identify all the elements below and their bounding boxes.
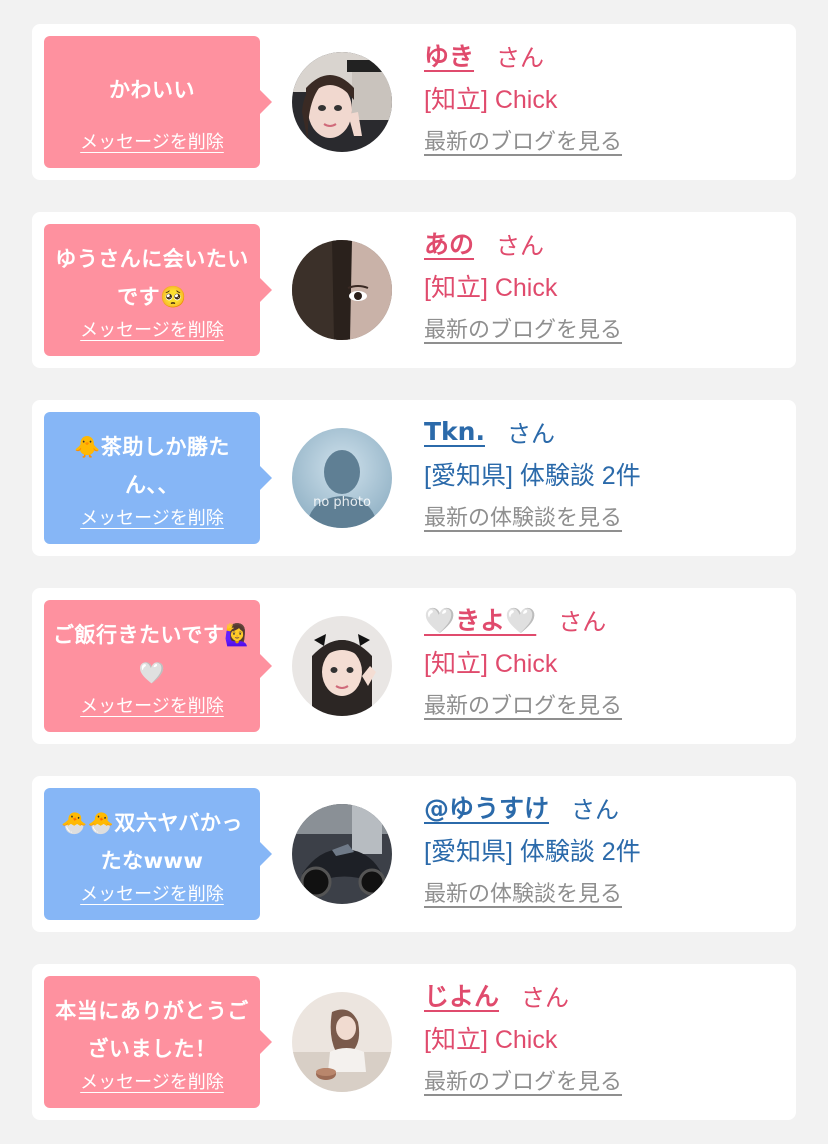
sender-area-info: [知立] Chick — [424, 1026, 558, 1054]
honorific-label: さん — [558, 607, 607, 636]
no-photo-label: no photo — [313, 495, 371, 510]
latest-blog-link[interactable]: 最新のブログを見る — [424, 124, 622, 156]
sender-name-link[interactable]: ゆき — [424, 37, 474, 73]
message-bubble: 🐣🐣双六ヤバかったなwww メッセージを削除 — [44, 788, 272, 920]
message-text: 本当にありがとうございました！ — [55, 999, 249, 1061]
message-text: 🐥茶助しか勝たん、、 — [74, 435, 230, 497]
message-bubble: ご飯行きたいです🙋‍♀️🤍 メッセージを削除 — [44, 600, 272, 732]
message-card: かわいい メッセージを削除 ゆき さん [知立] Chick 最新のブログを見る — [32, 24, 796, 180]
sender-info: Tkn. さん [愛知県] 体験談 2件 最新の体験談を見る — [424, 412, 784, 532]
message-text: 🐣🐣双六ヤバかったなwww — [61, 811, 243, 873]
delete-message-link[interactable]: メッセージを削除 — [44, 504, 260, 530]
girl-photo-avatar[interactable] — [292, 616, 392, 716]
message-text: かわいい — [109, 78, 195, 102]
message-text: ゆうさんに会いたいです🥺 — [55, 247, 249, 309]
message-card: ご飯行きたいです🙋‍♀️🤍 メッセージを削除 🤍きよ🤍 さん — [32, 588, 796, 744]
delete-message-link[interactable]: メッセージを削除 — [44, 880, 260, 906]
girl-photo-avatar[interactable] — [292, 52, 392, 152]
message-card: 🐥茶助しか勝たん、、 メッセージを削除 no photo Tkn. さん [愛知… — [32, 400, 796, 556]
latest-blog-link[interactable]: 最新のブログを見る — [424, 1064, 622, 1096]
latest-review-link[interactable]: 最新の体験談を見る — [424, 876, 622, 908]
delete-message-link[interactable]: メッセージを削除 — [44, 128, 260, 154]
sender-name-link[interactable]: @ゆうすけ — [424, 789, 549, 825]
delete-message-link[interactable]: メッセージを削除 — [44, 316, 260, 342]
honorific-label: さん — [521, 983, 570, 1012]
motorcycle-photo-avatar[interactable] — [292, 804, 392, 904]
message-bubble: 本当にありがとうございました！ メッセージを削除 — [44, 976, 272, 1108]
message-bubble: 🐥茶助しか勝たん、、 メッセージを削除 — [44, 412, 272, 544]
honorific-label: さん — [496, 43, 545, 72]
honorific-label: さん — [571, 795, 620, 824]
honorific-label: さん — [496, 231, 545, 260]
sender-info: あの さん [知立] Chick 最新のブログを見る — [424, 224, 784, 344]
message-list: かわいい メッセージを削除 ゆき さん [知立] Chick 最新のブログを見る… — [0, 0, 828, 1144]
message-card: ゆうさんに会いたいです🥺 メッセージを削除 あの さん [知立] Chick 最… — [32, 212, 796, 368]
sender-name-link[interactable]: じよん — [424, 977, 499, 1013]
sender-area-info: [愛知県] 体験談 2件 — [424, 462, 641, 490]
sender-info: 🤍きよ🤍 さん [知立] Chick 最新のブログを見る — [424, 600, 784, 720]
latest-review-link[interactable]: 最新の体験談を見る — [424, 500, 622, 532]
sender-info: じよん さん [知立] Chick 最新のブログを見る — [424, 976, 784, 1096]
sender-area-info: [知立] Chick — [424, 274, 558, 302]
latest-blog-link[interactable]: 最新のブログを見る — [424, 688, 622, 720]
delete-message-link[interactable]: メッセージを削除 — [44, 1068, 260, 1094]
sender-area-info: [愛知県] 体験談 2件 — [424, 838, 641, 866]
message-bubble: ゆうさんに会いたいです🥺 メッセージを削除 — [44, 224, 272, 356]
sender-name-link[interactable]: 🤍きよ🤍 — [424, 601, 536, 637]
sender-area-info: [知立] Chick — [424, 650, 558, 678]
girl-photo-avatar[interactable] — [292, 992, 392, 1092]
message-bubble: かわいい メッセージを削除 — [44, 36, 272, 168]
message-text: ご飯行きたいです🙋‍♀️🤍 — [52, 623, 252, 685]
sender-name-link[interactable]: あの — [424, 225, 474, 261]
honorific-label: さん — [506, 419, 555, 448]
message-card: 🐣🐣双六ヤバかったなwww メッセージを削除 @ゆうすけ さん [愛知県] 体験… — [32, 776, 796, 932]
message-card: 本当にありがとうございました！ メッセージを削除 じよん さん [知立] Chi… — [32, 964, 796, 1120]
girl-photo-avatar[interactable] — [292, 240, 392, 340]
latest-blog-link[interactable]: 最新のブログを見る — [424, 312, 622, 344]
sender-area-info: [知立] Chick — [424, 86, 558, 114]
no-photo-avatar[interactable]: no photo — [292, 428, 392, 528]
sender-info: ゆき さん [知立] Chick 最新のブログを見る — [424, 36, 784, 156]
sender-name-link[interactable]: Tkn. — [424, 417, 485, 446]
delete-message-link[interactable]: メッセージを削除 — [44, 692, 260, 718]
sender-info: @ゆうすけ さん [愛知県] 体験談 2件 最新の体験談を見る — [424, 788, 784, 908]
